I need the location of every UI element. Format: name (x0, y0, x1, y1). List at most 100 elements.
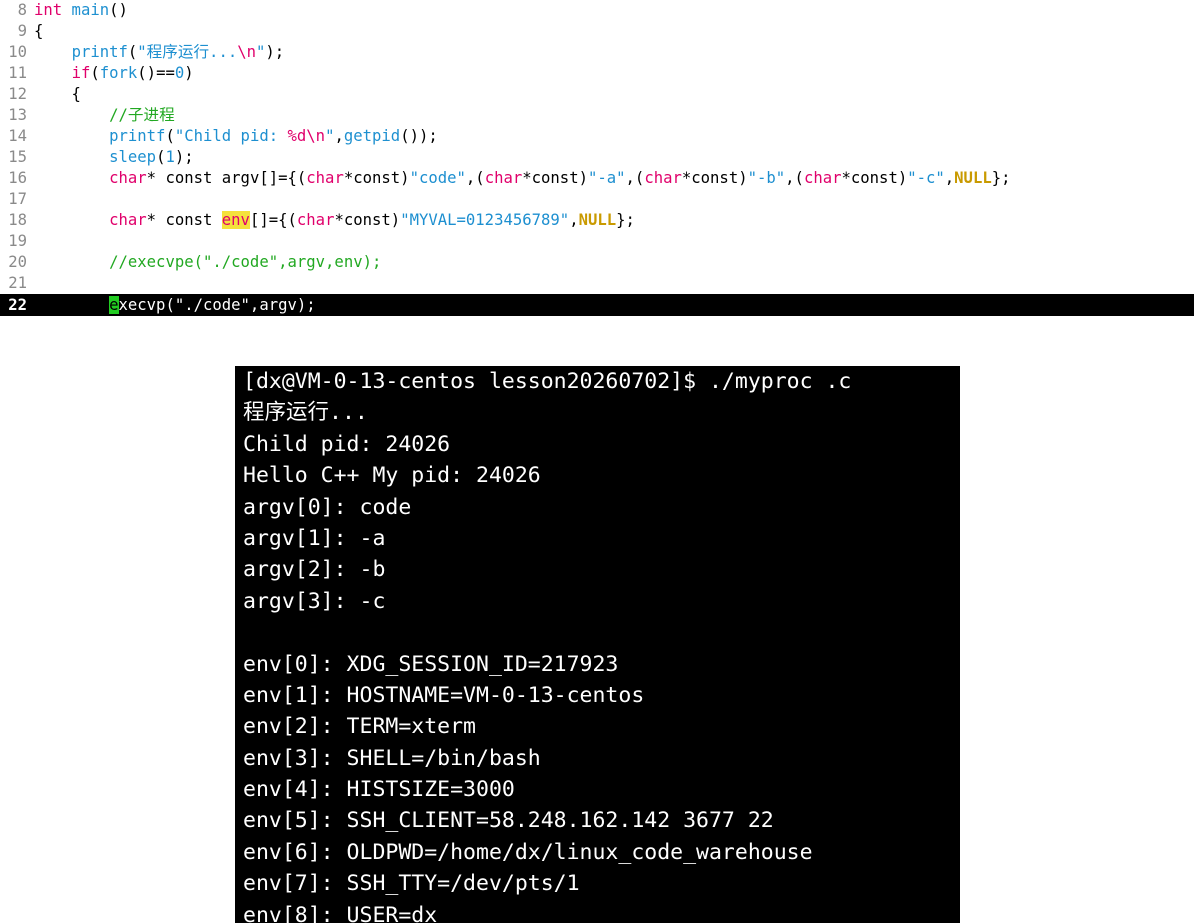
line-number: 8 (17, 1, 27, 19)
terminal-line: env[2]: TERM=xterm (243, 714, 476, 740)
code-token: sleep (109, 148, 157, 166)
code-token: 0 (174, 64, 185, 82)
code-token: ( (90, 64, 100, 82)
terminal-line: argv[3]: -c (243, 588, 386, 614)
code-token: NULL (954, 169, 992, 187)
code-token: ); (265, 43, 285, 61)
code-token: * const (146, 211, 222, 229)
code-token: ) (184, 64, 194, 82)
line-number: 12 (8, 85, 27, 103)
code-token: []={( (249, 211, 297, 229)
line-number: 17 (8, 190, 27, 208)
code-text: int main() (34, 0, 128, 21)
terminal-line: argv[0]: code (243, 494, 412, 520)
code-line[interactable]: 17 (0, 189, 1194, 210)
code-token: , (569, 211, 579, 229)
code-token: }; (616, 211, 635, 229)
code-text: printf("程序运行...\n"); (34, 42, 285, 63)
code-token: , (334, 127, 344, 145)
code-token: 1 (165, 148, 175, 166)
code-line[interactable]: 20 //execvpe("./code",argv,env); (0, 252, 1194, 273)
code-token: "程序运行... (137, 43, 238, 61)
code-text: //execvpe("./code",argv,env); (34, 252, 381, 273)
code-token: char (109, 211, 147, 229)
code-token: }; (991, 169, 1011, 187)
code-line[interactable]: 18 char* const env[]={(char*const)"MYVAL… (0, 210, 1194, 231)
code-text: printf("Child pid: %d\n",getpid()); (34, 126, 438, 147)
terminal-output[interactable]: [dx@VM-0-13-centos lesson20260702]$ ./my… (235, 366, 960, 923)
line-number: 10 (8, 43, 27, 61)
code-line[interactable]: 8 int main() (0, 0, 1194, 21)
terminal-line: env[5]: SSH_CLIENT=58.248.162.142 3677 2… (243, 808, 774, 834)
code-token: ()== (137, 64, 175, 82)
line-number: 18 (8, 211, 27, 229)
code-line[interactable]: 11 if(fork()==0) (0, 63, 1194, 84)
code-token: "MYVAL=0123456789" (400, 211, 570, 229)
code-token: char (306, 169, 344, 187)
line-number: 13 (8, 106, 27, 124)
code-token: { (34, 85, 81, 103)
code-editor[interactable]: 8 int main() 9{10 printf("程序运行...\n"); 11 i… (0, 0, 1194, 352)
terminal-line: argv[1]: -a (243, 525, 386, 551)
terminal-line: Child pid: 24026 (243, 431, 451, 457)
code-token: , (944, 169, 955, 187)
text-cursor: e (109, 296, 119, 314)
code-token: *const) (334, 211, 401, 229)
code-token: NULL (578, 211, 617, 229)
code-token: char (803, 169, 842, 187)
code-token: char (484, 169, 523, 187)
code-line[interactable]: 15 sleep(1); (0, 147, 1194, 168)
line-number: 20 (8, 253, 27, 271)
code-token: ( (165, 127, 175, 145)
code-token: *const) (343, 169, 410, 187)
code-line[interactable]: 14 printf("Child pid: %d\n",getpid()); (0, 126, 1194, 147)
code-token: ( (127, 43, 138, 61)
code-token: * const argv[]={( (146, 169, 307, 187)
terminal-line: Hello C++ My pid: 24026 (243, 463, 541, 489)
code-line[interactable]: 12 { (0, 84, 1194, 105)
code-token: \n (237, 43, 257, 61)
line-number: 15 (8, 148, 27, 166)
terminal-line: env[1]: HOSTNAME=VM-0-13-centos (243, 682, 645, 708)
code-text: if(fork()==0) (34, 63, 194, 84)
line-number: 22 (8, 296, 27, 314)
terminal-line: env[0]: XDG_SESSION_ID=217923 (243, 651, 619, 677)
code-text: char* const argv[]={(char*const)"code",(… (34, 168, 1011, 189)
code-token: int (34, 1, 63, 19)
search-highlight: env (221, 211, 250, 229)
code-text: execvp("./code",argv); (34, 294, 316, 316)
code-text: { (34, 84, 81, 105)
terminal-line: env[6]: OLDPWD=/home/dx/linux_code_wareh… (243, 839, 813, 865)
code-token: printf (71, 43, 128, 61)
code-text: char* const env[]={(char*const)"MYVAL=01… (34, 210, 635, 231)
terminal-line: env[4]: HISTSIZE=3000 (243, 777, 515, 803)
code-token: *const) (522, 169, 588, 187)
code-line[interactable]: 19 (0, 231, 1194, 252)
code-token: getpid (343, 127, 401, 145)
code-token: char (644, 169, 682, 187)
code-token: *const) (681, 169, 748, 187)
terminal-line: env[7]: SSH_TTY=/dev/pts/1 (243, 871, 580, 897)
code-line-current[interactable]: 22 execvp("./code",argv); (0, 294, 1194, 316)
code-token: //子进程 (109, 106, 175, 124)
code-token: char (296, 211, 335, 229)
code-line[interactable]: 9{ (0, 21, 1194, 42)
code-line[interactable]: 10 printf("程序运行...\n"); (0, 42, 1194, 63)
code-token: %d\n (287, 127, 326, 145)
code-token: "-c" (907, 169, 945, 187)
code-line[interactable]: 13 //子进程 (0, 105, 1194, 126)
code-token: "-a" (587, 169, 626, 187)
code-line[interactable]: 16 char* const argv[]={(char*const)"code… (0, 168, 1194, 189)
code-line[interactable]: 21 (0, 273, 1194, 294)
code-token: char (109, 169, 147, 187)
code-token: ); (174, 148, 194, 166)
